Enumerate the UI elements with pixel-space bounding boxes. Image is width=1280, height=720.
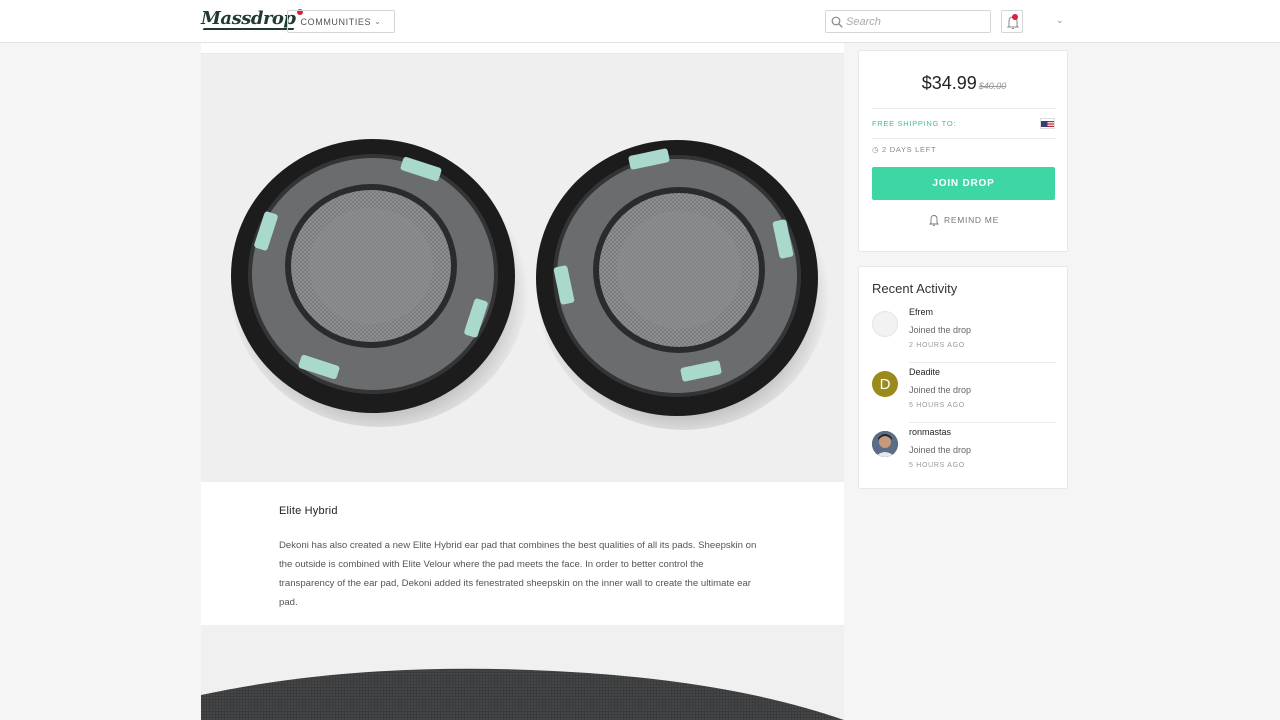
avatar[interactable]: D xyxy=(872,371,898,397)
activity-time: 5 HOURS AGO xyxy=(909,462,965,469)
user-name[interactable]: Deadite xyxy=(909,367,940,377)
notifications-button[interactable] xyxy=(1001,10,1023,33)
divider xyxy=(872,108,1056,109)
product-description: Elite Hybrid Dekoni has also created a n… xyxy=(201,482,844,625)
activity-item: ronmastas Joined the drop 5 HOURS AGO xyxy=(872,423,1056,483)
product-image xyxy=(201,54,844,482)
shipping-label: FREE SHIPPING TO: xyxy=(872,119,957,128)
activity-text: Joined the drop xyxy=(909,385,972,395)
content-top-strip xyxy=(201,43,844,54)
search-icon xyxy=(831,16,843,28)
current-price: $34.99 xyxy=(921,73,977,93)
logo-underline xyxy=(202,28,294,30)
user-name[interactable]: ronmastas xyxy=(909,427,951,437)
section-body: Dekoni has also created a new Elite Hybr… xyxy=(279,540,757,608)
purchase-card: $34.99 $40.00 FREE SHIPPING TO: ◷ 2 DAYS … xyxy=(858,50,1068,252)
activity-item: Efrem Joined the drop 2 HOURS AGO xyxy=(872,303,1056,363)
search-input[interactable] xyxy=(846,13,986,31)
massdrop-logo[interactable]: Massdrop xyxy=(201,8,303,30)
clock-icon: ◷ xyxy=(872,145,880,154)
price-row: $34.99 $40.00 xyxy=(859,73,1069,94)
left-ear-pad xyxy=(229,137,529,427)
right-ear-pad xyxy=(536,140,830,430)
user-name[interactable]: Efrem xyxy=(909,307,933,317)
time-left: ◷ 2 DAYS LEFT xyxy=(872,145,937,154)
communities-label: COMMUNITIES xyxy=(300,16,372,27)
avatar[interactable] xyxy=(872,311,898,337)
activity-text: Joined the drop xyxy=(909,445,972,455)
user-menu-chevron-icon[interactable]: ⌄ xyxy=(1056,15,1064,26)
communities-dropdown[interactable]: COMMUNITIES ⌄ xyxy=(287,10,395,33)
notification-badge xyxy=(1012,14,1018,20)
us-flag-icon[interactable] xyxy=(1040,118,1055,129)
ear-pads-image xyxy=(229,137,830,430)
activity-title: Recent Activity xyxy=(872,281,958,296)
activity-item: D Deadite Joined the drop 5 HOURS AGO xyxy=(872,363,1056,423)
activity-time: 5 HOURS AGO xyxy=(909,402,965,409)
search-box[interactable] xyxy=(825,10,991,33)
bell-icon xyxy=(929,215,940,226)
join-drop-button[interactable]: JOIN DROP xyxy=(872,167,1055,200)
divider xyxy=(872,138,1056,139)
top-header: Massdrop COMMUNITIES ⌄ ⌄ xyxy=(0,0,1280,43)
activity-time: 2 HOURS AGO xyxy=(909,342,965,349)
avatar[interactable] xyxy=(872,431,898,457)
chevron-down-icon: ⌄ xyxy=(374,17,382,26)
foam-pad-image xyxy=(201,625,844,720)
foam-pad-photo xyxy=(201,668,844,720)
remind-label: REMIND ME xyxy=(944,215,999,225)
remind-me-button[interactable]: REMIND ME xyxy=(859,214,1069,226)
recent-activity-card: Recent Activity Efrem Joined the drop 2 … xyxy=(858,266,1068,489)
original-price: $40.00 xyxy=(978,81,1007,91)
section-title: Elite Hybrid xyxy=(279,505,338,517)
activity-text: Joined the drop xyxy=(909,325,972,335)
